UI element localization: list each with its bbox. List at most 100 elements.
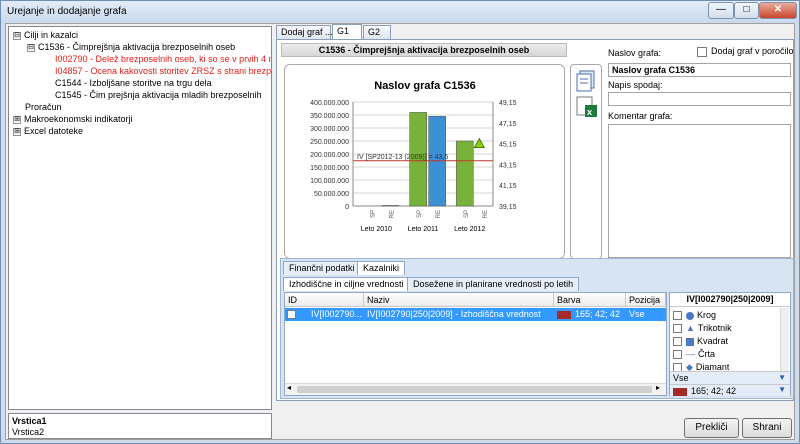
subtab-izhodiscne[interactable]: Izhodiščne in ciljne vrednosti bbox=[283, 277, 410, 291]
status-panel: Vrstica1 Vrstica2 bbox=[8, 413, 272, 439]
kvadrat-checkbox[interactable] bbox=[673, 337, 682, 347]
chart-actions: x bbox=[570, 64, 602, 259]
expand-icon[interactable]: ⊞ bbox=[13, 115, 21, 124]
tree-item-proracun[interactable]: Proračun bbox=[25, 102, 62, 114]
y-tick-label: 300.000.000 bbox=[310, 126, 349, 133]
bar-label: RE bbox=[436, 210, 442, 218]
tab-add-graph[interactable]: Dodaj graf ... bbox=[276, 25, 333, 39]
marker-option-krog[interactable]: Krog bbox=[673, 310, 716, 322]
tree-item-excel[interactable]: ⊞ Excel datoteke bbox=[13, 126, 83, 138]
tree-item-c1544[interactable]: C1544 - Izboljšane storitve na trgu dela bbox=[55, 78, 212, 90]
export-excel-icon[interactable]: x bbox=[576, 96, 597, 117]
marker-option-kvadrat[interactable]: Kvadrat bbox=[673, 336, 728, 348]
row-checkbox[interactable] bbox=[287, 310, 296, 320]
y-tick-label: 350.000.000 bbox=[310, 113, 349, 120]
cell-naziv: IV[I002790|250|2009] - Izhodiščna vredno… bbox=[367, 309, 541, 319]
reference-line-label: IV [SP2012-13 (2009)] = 43,5 bbox=[357, 154, 448, 161]
expand-icon[interactable]: ⊞ bbox=[13, 127, 21, 136]
color-swatch bbox=[673, 387, 687, 396]
y2-tick-label: 47,15 bbox=[499, 121, 517, 128]
graph-panel: C1536 - Čimprejšnja aktivacija brezposel… bbox=[276, 39, 794, 401]
cancel-button[interactable]: Prekliči bbox=[684, 418, 739, 438]
circle-icon bbox=[686, 311, 694, 320]
chevron-down-icon[interactable]: ▼ bbox=[778, 385, 786, 394]
scroll-thumb[interactable] bbox=[297, 386, 652, 393]
tree-item-i04857[interactable]: I04857 - Ocena kakovosti storitev ZRSZ s… bbox=[55, 66, 271, 78]
collapse-icon[interactable]: ⊟ bbox=[13, 31, 21, 40]
col-barva[interactable]: Barva bbox=[554, 293, 626, 307]
add-to-report-checkbox[interactable] bbox=[697, 46, 707, 57]
horizontal-scrollbar[interactable]: ◂ ▸ bbox=[285, 383, 666, 395]
add-to-report[interactable]: Dodaj graf v poročilo bbox=[697, 46, 794, 57]
comment-textarea[interactable] bbox=[608, 124, 791, 258]
minimize-button[interactable]: — bbox=[708, 2, 734, 19]
tree-item-c1545[interactable]: C1545 - Čim prejšnja aktivacija mladih b… bbox=[55, 90, 262, 102]
y2-tick-label: 43,15 bbox=[499, 162, 517, 169]
cell-id: IV[I002790... bbox=[311, 309, 363, 319]
save-button[interactable]: Shrani bbox=[742, 418, 792, 438]
tree-item-c1536[interactable]: ⊟ C1536 - Čimprejšnja aktivacija brezpose… bbox=[27, 42, 235, 54]
y2-tick-label: 49,15 bbox=[499, 100, 517, 107]
tree-item-i002790[interactable]: I002790 - Delež brezposelnih oseb, ki so… bbox=[55, 54, 271, 66]
svg-text:x: x bbox=[587, 107, 592, 117]
scroll-right-icon[interactable]: ▸ bbox=[656, 383, 660, 392]
graph-editor: Dodaj graf ... G1 G2 C1536 - Čimprejšnja… bbox=[274, 24, 795, 440]
y-tick-label: 150.000.000 bbox=[310, 165, 349, 172]
marker-list-scrollbar[interactable] bbox=[780, 308, 789, 372]
napis-label: Napis spodaj: bbox=[608, 80, 663, 90]
square-icon bbox=[686, 337, 694, 346]
chart-title: Naslov grafa C1536 bbox=[374, 80, 476, 92]
subtab-dosezene[interactable]: Dosežene in planirane vrednosti po letih bbox=[407, 277, 580, 291]
category-label: Leto 2012 bbox=[454, 226, 485, 233]
dialog-window: Urejanje in dodajanje grafa — □ ✕ ⊟ Cilji… bbox=[0, 0, 800, 444]
maximize-button[interactable]: □ bbox=[734, 2, 759, 19]
triangle-marker bbox=[473, 137, 486, 148]
bar-label: SP bbox=[417, 210, 423, 218]
tree-item-makro[interactable]: ⊞ Makroekonomski indikatorji bbox=[13, 114, 133, 126]
triangle-icon: ▲ bbox=[686, 323, 695, 333]
category-label: Leto 2010 bbox=[361, 226, 392, 233]
bar-sp bbox=[456, 140, 474, 207]
position-dropdown[interactable]: Vse ▼ bbox=[670, 371, 790, 385]
chevron-down-icon[interactable]: ▼ bbox=[778, 373, 786, 382]
krog-checkbox[interactable] bbox=[673, 311, 682, 321]
chart-container: Naslov grafa C1536 400.000.000 350.000.000… bbox=[284, 64, 565, 259]
color-dropdown[interactable]: 165; 42; 42 ▼ bbox=[670, 384, 790, 396]
col-naziv[interactable]: Naziv bbox=[364, 293, 554, 307]
indicator-panel: Finančni podatki Kazalniki Izhodiščne in… bbox=[280, 258, 794, 399]
client-area: ⊟ Cilji in kazalci ⊟ C1536 - Čimprejšnja a… bbox=[5, 23, 795, 440]
marker-option-trikotnik[interactable]: ▲ Trikotnik bbox=[673, 323, 732, 335]
col-id[interactable]: ID bbox=[285, 293, 364, 307]
y-tick-label: 0 bbox=[345, 204, 349, 211]
crta-checkbox[interactable] bbox=[673, 350, 682, 360]
trikotnik-checkbox[interactable] bbox=[673, 324, 682, 334]
tab-g1[interactable]: G1 bbox=[332, 24, 362, 40]
table-row[interactable]: IV[I002790... IV[I002790|250|2009] - Izh… bbox=[285, 308, 666, 321]
y-tick-label: 250.000.000 bbox=[310, 139, 349, 146]
col-pozicija[interactable]: Pozicija bbox=[626, 293, 666, 307]
marker-panel: IV[I002790|250|2009] Krog ▲ Trikotnik Kva… bbox=[669, 292, 791, 396]
tab-financni[interactable]: Finančni podatki bbox=[283, 261, 361, 275]
close-button[interactable]: ✕ bbox=[759, 2, 797, 19]
tab-kazalniki[interactable]: Kazalniki bbox=[357, 261, 406, 275]
y-tick-label: 100.000.000 bbox=[310, 178, 349, 185]
y-tick-label: 50.000.000 bbox=[314, 191, 349, 198]
y-tick-label: 200.000.000 bbox=[310, 152, 349, 159]
y2-tick-label: 45,15 bbox=[499, 142, 517, 149]
bar-label: RE bbox=[390, 210, 396, 218]
marker-option-crta[interactable]: — Črta bbox=[673, 349, 715, 361]
caption-input[interactable] bbox=[608, 92, 791, 106]
collapse-icon[interactable]: ⊟ bbox=[27, 43, 35, 52]
title-bar[interactable]: Urejanje in dodajanje grafa — □ ✕ bbox=[1, 1, 799, 23]
bar-re bbox=[381, 205, 400, 207]
title-input[interactable]: Naslov grafa C1536 bbox=[608, 63, 791, 77]
bar-label: SP bbox=[464, 210, 470, 218]
tab-g2[interactable]: G2 bbox=[363, 25, 391, 39]
copy-chart-icon[interactable] bbox=[576, 70, 595, 92]
navigation-tree: ⊟ Cilji in kazalci ⊟ C1536 - Čimprejšnja a… bbox=[8, 26, 272, 410]
color-swatch bbox=[557, 310, 571, 319]
indicator-table: ID Naziv Barva Pozicija IV[I002790... IV… bbox=[284, 292, 667, 396]
tree-item-cilji[interactable]: ⊟ Cilji in kazalci bbox=[13, 30, 78, 42]
scroll-left-icon[interactable]: ◂ bbox=[287, 383, 291, 392]
naslov-label: Naslov grafa: bbox=[608, 48, 662, 58]
